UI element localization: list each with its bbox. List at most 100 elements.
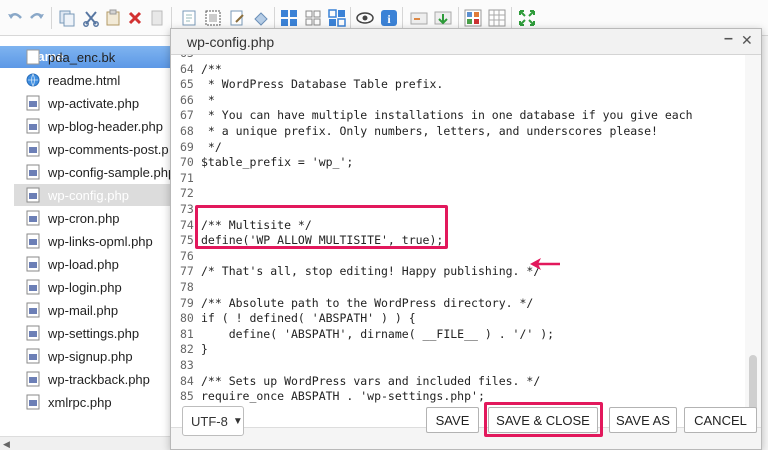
edit-file-icon[interactable] (228, 9, 246, 27)
line-text: if ( ! defined( 'ABSPATH' ) ) { (201, 311, 416, 326)
settings-icon[interactable] (464, 9, 482, 27)
cancel-button[interactable]: CANCEL (684, 407, 757, 433)
file-name: wp-cron.php (48, 210, 120, 226)
toolbar-divider (171, 7, 172, 29)
line-number: 76 (180, 248, 194, 263)
vertical-scrollbar[interactable] (745, 55, 761, 427)
line-text: define( 'ABSPATH', dirname( __FILE__ ) .… (201, 326, 555, 341)
code-line[interactable]: 65 * WordPress Database Table prefix. (171, 77, 741, 92)
file-row[interactable]: wp-config-sample.php (14, 161, 178, 183)
save-close-highlight-box (484, 402, 603, 437)
horizontal-scrollbar[interactable]: ◀ (0, 436, 178, 450)
copy-icon[interactable] (58, 9, 76, 27)
file-name: wp-load.php (48, 256, 119, 272)
archive-icon[interactable] (252, 9, 270, 27)
select-all-icon[interactable] (204, 9, 222, 27)
info-icon[interactable]: i (380, 9, 398, 27)
file-name: wp-activate.php (48, 95, 140, 111)
scroll-left-icon[interactable]: ◀ (3, 439, 10, 450)
save-as-button[interactable]: SAVE AS (609, 407, 677, 433)
code-line[interactable]: 85 require_once ABSPATH . 'wp-settings.ph… (171, 389, 741, 404)
grid-settings-icon[interactable] (488, 9, 506, 27)
line-text: * (201, 92, 215, 107)
fullscreen-icon[interactable] (518, 9, 536, 27)
line-number: 81 (180, 326, 194, 341)
code-line[interactable]: 64 /** (171, 62, 741, 77)
code-line[interactable]: 71 (171, 171, 741, 186)
line-text: * WordPress Database Table prefix. (201, 77, 444, 92)
close-icon[interactable]: ✕ (741, 32, 753, 49)
code-line[interactable]: 80 if ( ! defined( 'ABSPATH' ) ) { (171, 311, 741, 326)
paste-icon[interactable] (104, 9, 122, 27)
php-file-icon (26, 233, 40, 249)
new-file-icon[interactable] (180, 9, 198, 27)
dialog-title: wp-config.php (187, 34, 275, 50)
code-line[interactable]: 66 * (171, 93, 741, 108)
file-name: xmlrpc.php (48, 394, 112, 410)
preview-icon[interactable] (356, 9, 374, 27)
toolbar-divider (274, 7, 275, 29)
html-file-icon (26, 73, 40, 87)
save-button[interactable]: SAVE (426, 407, 479, 433)
file-row[interactable]: wp-login.php (14, 276, 178, 298)
line-number: 64 (180, 61, 194, 76)
redo-icon[interactable] (28, 9, 46, 27)
cut-icon[interactable] (82, 9, 100, 27)
line-text: /** Sets up WordPress vars and included … (201, 373, 541, 388)
code-line[interactable]: 81 define( 'ABSPATH', dirname( __FILE__ … (171, 327, 741, 342)
file-row[interactable]: wp-blog-header.php (14, 115, 178, 137)
code-line[interactable]: 84 /** Sets up WordPress vars and include… (171, 374, 741, 389)
file-row[interactable]: wp-config.php (14, 184, 178, 206)
grid-view-icon[interactable] (280, 9, 298, 27)
file-row[interactable]: wp-settings.php (14, 322, 178, 344)
file-row[interactable]: readme.html (14, 69, 178, 91)
code-line[interactable]: 67 * You can have multiple installations… (171, 108, 741, 123)
code-line[interactable]: 78 (171, 280, 741, 295)
php-file-icon (26, 256, 40, 272)
delete-icon[interactable] (126, 9, 144, 27)
file-row[interactable]: wp-mail.php (14, 299, 178, 321)
toolbar-divider (350, 7, 351, 29)
code-line[interactable]: 82} (171, 342, 741, 357)
small-grid-icon[interactable] (304, 9, 322, 27)
php-file-icon (26, 394, 40, 410)
scrollbar-thumb[interactable] (749, 355, 757, 415)
code-line[interactable]: 76 (171, 249, 741, 264)
dialog-title-bar[interactable]: wp-config.php – ✕ (171, 29, 761, 55)
code-line[interactable]: 68 * a unique prefix. Only numbers, lett… (171, 124, 741, 139)
file-row[interactable]: wp-load.php (14, 253, 178, 275)
undo-icon[interactable] (6, 9, 24, 27)
code-line[interactable]: 69 */ (171, 140, 741, 155)
rename-icon[interactable] (410, 9, 428, 27)
download-icon[interactable] (434, 9, 452, 27)
toolbar-divider (511, 7, 512, 29)
file-row[interactable]: wp-links-opml.php (14, 230, 178, 252)
file-row[interactable]: xmlrpc.php (14, 391, 178, 413)
code-line[interactable]: 77 /* That's all, stop editing! Happy pub… (171, 264, 741, 279)
line-text: /* That's all, stop editing! Happy publi… (201, 264, 541, 279)
line-number: 79 (180, 295, 194, 310)
file-row[interactable]: wp-cron.php (14, 207, 178, 229)
php-file-icon (26, 371, 40, 387)
php-file-icon (26, 302, 40, 318)
file-name: wp-trackback.php (48, 371, 150, 387)
line-text: */ (201, 139, 222, 154)
encoding-select[interactable]: UTF-8 ▼ (182, 406, 244, 436)
code-line[interactable]: 72 (171, 186, 741, 201)
file-row[interactable]: pda_enc.bk (14, 46, 178, 68)
file-row[interactable]: wp-comments-post.p (14, 138, 178, 160)
code-line[interactable]: 83 (171, 358, 741, 373)
minimize-icon[interactable]: – (724, 30, 733, 48)
file-row[interactable]: wp-activate.php (14, 92, 178, 114)
code-line[interactable]: 63 (171, 55, 741, 61)
line-number: 77 (180, 264, 194, 279)
list-view-icon[interactable] (328, 9, 346, 27)
line-text: /** (201, 61, 222, 76)
file-row[interactable]: wp-trackback.php (14, 368, 178, 390)
code-line[interactable]: 79 /** Absolute path to the WordPress dir… (171, 296, 741, 311)
file-row[interactable]: wp-signup.php (14, 345, 178, 367)
code-line[interactable]: 70 $table_prefix = 'wp_'; (171, 155, 741, 170)
blank-doc-icon[interactable] (148, 9, 166, 27)
php-file-icon (26, 210, 40, 226)
multisite-highlight-box (195, 205, 448, 249)
